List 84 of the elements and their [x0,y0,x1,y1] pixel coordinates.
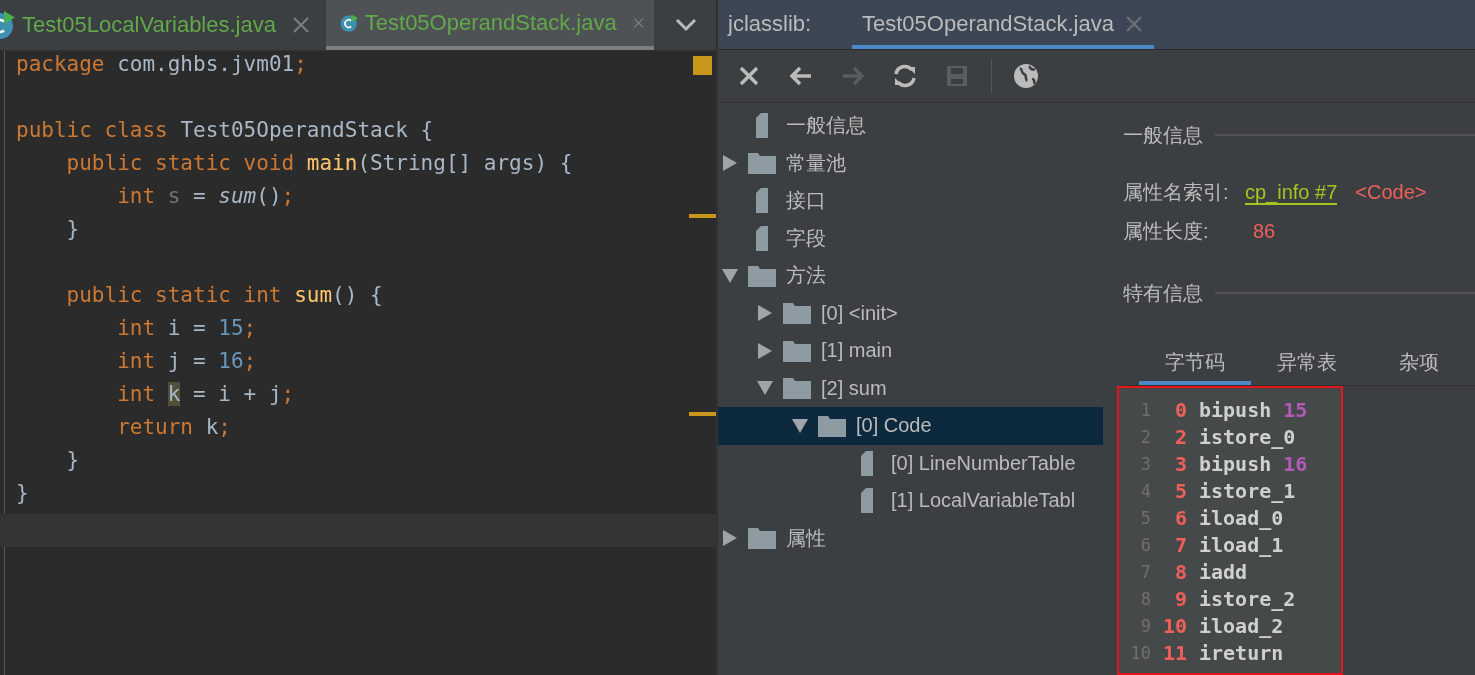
instruction: bipush [1199,397,1272,424]
field-value: 86 [1253,220,1276,243]
code-line: int s = sum(); [116,184,296,210]
tree-item[interactable]: 一般信息 [718,107,1103,145]
tree-item[interactable]: 属性 [718,519,1103,557]
instruction: ireturn [1199,640,1284,667]
instruction: iload_0 [1199,505,1284,532]
bytecode-offset: 11 [1161,640,1187,667]
section-title: 一般信息 [1123,122,1203,148]
instruction: istore_1 [1199,478,1296,505]
code-line: } [65,217,81,243]
expanded-arrow-icon [722,267,738,284]
panel-label: jclasslib: [726,10,813,38]
tree-item[interactable]: 方法 [718,257,1103,295]
bytecode-offset: 2 [1173,424,1187,451]
field-label: 属性长度: [1123,219,1210,244]
operand: 16 [1283,451,1308,478]
section-title: 特有信息 [1123,280,1203,306]
folder-icon [748,527,776,550]
file-tab[interactable]: Test05OperandStack.java [852,10,1154,49]
operand: 15 [1283,397,1308,424]
document-icon [756,113,768,139]
instruction: iadd [1199,559,1248,586]
tree-item[interactable]: 常量池 [718,144,1103,182]
code-line: } [15,481,30,507]
instruction: iload_1 [1199,532,1284,559]
folder-icon [783,339,811,362]
code-line: public static void main(String[] args) { [65,151,574,177]
bytecode-offset: 10 [1161,613,1187,640]
tree-item[interactable]: 接口 [718,182,1103,220]
field-label: 属性名索引: [1123,180,1230,205]
document-icon [756,225,768,251]
bytecode-offset: 9 [1173,586,1187,613]
collapsed-arrow-icon [722,530,738,547]
document-icon [756,188,768,214]
warning-marker [689,412,716,416]
tree-item[interactable]: [1] main [718,332,1103,370]
document-icon [861,488,873,514]
instruction: iload_2 [1199,613,1284,640]
code-line: public static int sum() { [65,283,384,309]
tree-item[interactable]: [0] LineNumberTable [718,444,1103,482]
warning-marker [693,56,712,75]
editor-tab[interactable]: Test05LocalVariables.java [0,0,326,50]
document-icon [861,450,873,476]
instruction: istore_0 [1199,424,1296,451]
globe-icon[interactable] [1012,61,1040,90]
bytecode-offset: 6 [1173,505,1187,532]
collapsed-arrow-icon [757,305,773,322]
tree-item[interactable]: [0] Code [718,407,1103,445]
tree-item[interactable]: [0] <init> [718,294,1103,332]
tree-item[interactable]: 字段 [718,219,1103,257]
code-line: int j = 16; [116,349,258,375]
tree-item[interactable]: [1] LocalVariableTabl [718,482,1103,520]
tree-item[interactable]: [2] sum [718,369,1103,407]
constant-pool-link[interactable]: cp_info #7 [1245,180,1338,205]
chevron-down-icon [675,18,697,32]
code-line: return k; [116,415,232,441]
instruction: bipush [1199,451,1272,478]
detail-tab[interactable]: 异常表 [1251,343,1363,385]
close-icon [1125,15,1142,32]
code-line: int i = 15; [116,316,258,342]
folder-icon [783,377,811,400]
bytecode-offset: 5 [1173,478,1187,505]
bytecode-offset: 7 [1173,532,1187,559]
code-line: public class Test05OperandStack { [15,118,435,144]
folder-icon [783,302,811,325]
folder-icon [748,152,776,175]
bytecode-offset: 3 [1173,451,1187,478]
field-value: <Code> [1355,181,1427,204]
folder-icon [748,264,776,287]
collapsed-arrow-icon [757,342,773,359]
code-line: int k = i + j; [116,382,296,408]
bytecode-offset: 8 [1173,559,1187,586]
bytecode-offset: 0 [1173,397,1187,424]
warning-marker [689,214,716,218]
code-line: package com.ghbs.jvm01; [15,52,308,78]
code-line: } [65,448,81,474]
detail-tab[interactable]: 杂项 [1363,343,1475,385]
close-icon [291,16,310,34]
folder-icon [818,414,846,437]
collapsed-arrow-icon [722,155,738,172]
expanded-arrow-icon [757,380,773,397]
instruction: istore_2 [1199,586,1296,613]
expanded-arrow-icon [792,417,808,434]
